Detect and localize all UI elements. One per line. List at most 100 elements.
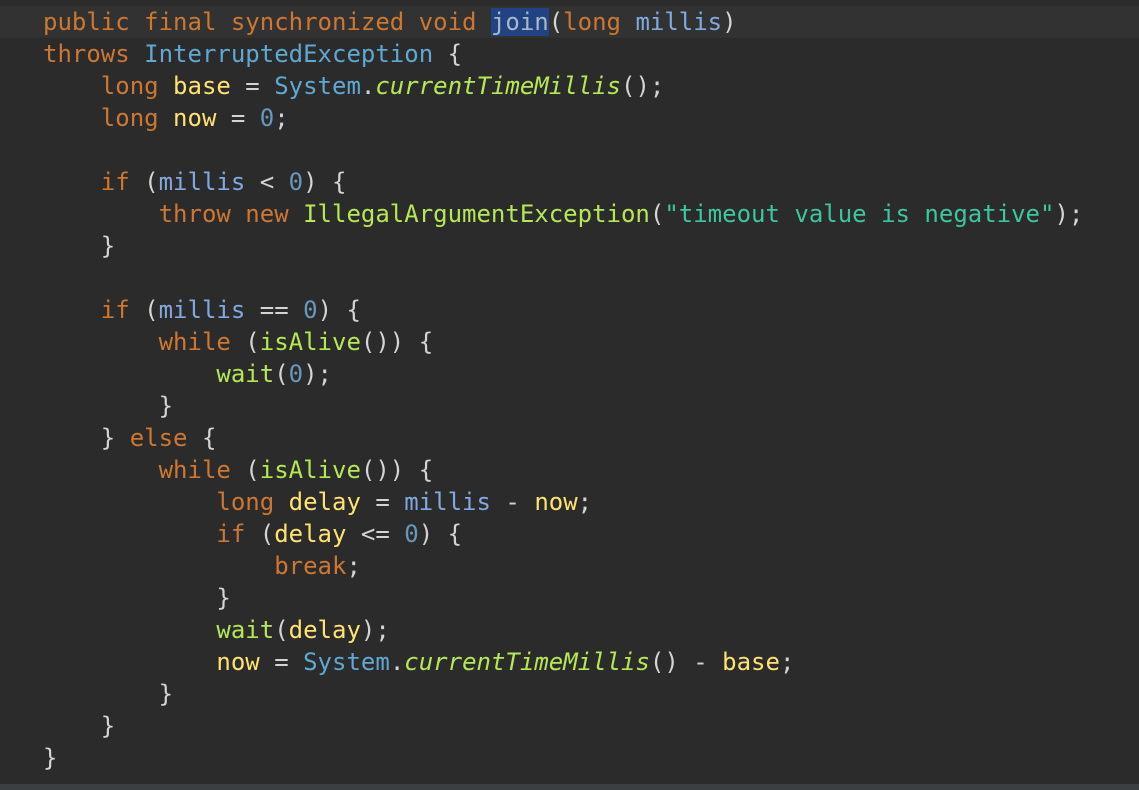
code-token-local: base: [722, 648, 780, 676]
code-line[interactable]: }: [0, 390, 1139, 422]
code-token-local: now: [534, 488, 578, 516]
code-token-punct: =: [360, 488, 405, 516]
code-token-local: now: [173, 104, 217, 132]
code-line[interactable]: public final synchronized void join(long…: [0, 6, 1139, 38]
code-token-punct: [43, 104, 101, 132]
code-token-keyword: while: [158, 456, 246, 484]
code-line[interactable]: wait(delay);: [0, 614, 1139, 646]
code-token-punct: }: [43, 232, 116, 260]
code-line[interactable]: break;: [0, 550, 1139, 582]
code-token-keyword: if: [100, 296, 145, 324]
code-token-punct: {: [187, 424, 217, 452]
code-editor[interactable]: public final synchronized void join ( long…: [0, 0, 1139, 790]
code-line[interactable]: long now = 0;: [0, 102, 1139, 134]
code-token-punct: (: [649, 200, 665, 228]
code-token-string: "timeout value is negative": [664, 200, 1055, 228]
code-token-number: 0: [288, 360, 304, 388]
code-token-punct: ) {: [317, 296, 361, 324]
code-token-method: wait: [216, 616, 275, 644]
code-line[interactable]: while (isAlive()) {: [0, 454, 1139, 486]
code-line[interactable]: while (isAlive()) {: [0, 326, 1139, 358]
code-line[interactable]: }: [0, 582, 1139, 614]
code-token-param: millis: [404, 488, 491, 516]
code-token-keyword: public final synchronized void: [43, 8, 491, 36]
code-token-local: now: [216, 648, 260, 676]
code-token-keyword: else: [129, 424, 188, 452]
code-token-punct: );: [1054, 200, 1084, 228]
code-token-keyword: if: [100, 168, 145, 196]
code-line[interactable]: throw new IllegalArgumentException("time…: [0, 198, 1139, 230]
code-token-param: millis: [158, 296, 246, 324]
code-token-method: isAlive: [259, 456, 361, 484]
code-token-punct: (: [144, 168, 159, 196]
code-token-punct: ): [722, 8, 737, 36]
code-token-method: isAlive: [259, 328, 361, 356]
code-line[interactable]: if (delay <= 0) {: [0, 518, 1139, 550]
code-token-number: 0: [404, 520, 419, 548]
code-token-punct: ()) {: [360, 328, 434, 356]
code-token-punct: [43, 360, 216, 388]
code-token-punct: ;: [577, 488, 593, 516]
code-token-method: wait: [216, 360, 275, 388]
code-token-static-method: currentTimeMillis: [404, 648, 650, 676]
code-token-punct: .: [360, 72, 376, 100]
code-token-punct: }: [43, 744, 58, 772]
code-token-punct: ==: [245, 296, 304, 324]
code-token-punct: );: [303, 360, 332, 388]
code-line[interactable]: wait(0);: [0, 358, 1139, 390]
code-token-keyword: while: [158, 328, 246, 356]
code-token-punct: {: [433, 40, 463, 68]
code-token-punct: [43, 552, 274, 580]
code-line[interactable]: long delay = millis - now;: [0, 486, 1139, 518]
code-token-punct: ();: [621, 72, 665, 100]
code-token-class: System: [303, 648, 390, 676]
code-line[interactable]: }: [0, 230, 1139, 262]
horizontal-scrollbar[interactable]: [0, 784, 1139, 790]
code-token-local: delay: [274, 520, 347, 548]
code-token-keyword: if: [216, 520, 260, 548]
code-token-punct: ()) {: [360, 456, 434, 484]
code-token-keyword: throw new: [158, 200, 304, 228]
code-token-punct: [43, 520, 216, 548]
code-token-keyword: long: [100, 72, 174, 100]
code-token-punct: [43, 72, 101, 100]
code-token-punct: [43, 200, 159, 228]
code-token-param: millis: [158, 168, 246, 196]
code-token-punct: );: [360, 616, 390, 644]
code-token-method-decl: join: [490, 8, 549, 36]
code-line[interactable]: }: [0, 742, 1139, 774]
code-line[interactable]: if (millis < 0) {: [0, 166, 1139, 198]
code-token-class: InterruptedException: [144, 40, 434, 68]
code-token-punct: [43, 456, 159, 484]
code-line[interactable]: throws InterruptedException {: [0, 38, 1139, 70]
code-token-local: base: [173, 72, 231, 100]
code-token-static-method: currentTimeMillis: [375, 72, 621, 100]
code-token-punct: [43, 648, 216, 676]
code-token-punct: =: [230, 72, 275, 100]
code-token-punct: }: [43, 584, 231, 612]
code-line[interactable]: }: [0, 678, 1139, 710]
code-token-punct: ;: [274, 104, 289, 132]
code-token-punct: }: [43, 712, 116, 740]
code-token-punct: () -: [649, 648, 723, 676]
code-area[interactable]: public final synchronized void join ( long…: [0, 6, 1139, 774]
code-line[interactable]: now = System.currentTimeMillis() - base;: [0, 646, 1139, 678]
code-token-punct: (: [144, 296, 159, 324]
code-line[interactable]: [0, 134, 1139, 166]
code-token-punct: }: [43, 392, 174, 420]
code-token-punct: [43, 616, 216, 644]
code-line[interactable]: }: [0, 710, 1139, 742]
code-token-punct: ;: [346, 552, 361, 580]
code-line[interactable]: if (millis == 0) {: [0, 294, 1139, 326]
code-line[interactable]: } else {: [0, 422, 1139, 454]
code-token-punct: [43, 168, 101, 196]
code-token-punct: =: [216, 104, 260, 132]
code-token-punct: (: [274, 616, 289, 644]
code-token-local: delay: [288, 616, 361, 644]
code-token-punct: [43, 328, 159, 356]
code-line[interactable]: [0, 262, 1139, 294]
code-token-punct: <=: [346, 520, 405, 548]
code-token-punct: <: [245, 168, 289, 196]
code-line[interactable]: long base = System.currentTimeMillis();: [0, 70, 1139, 102]
code-token-number: 0: [259, 104, 275, 132]
